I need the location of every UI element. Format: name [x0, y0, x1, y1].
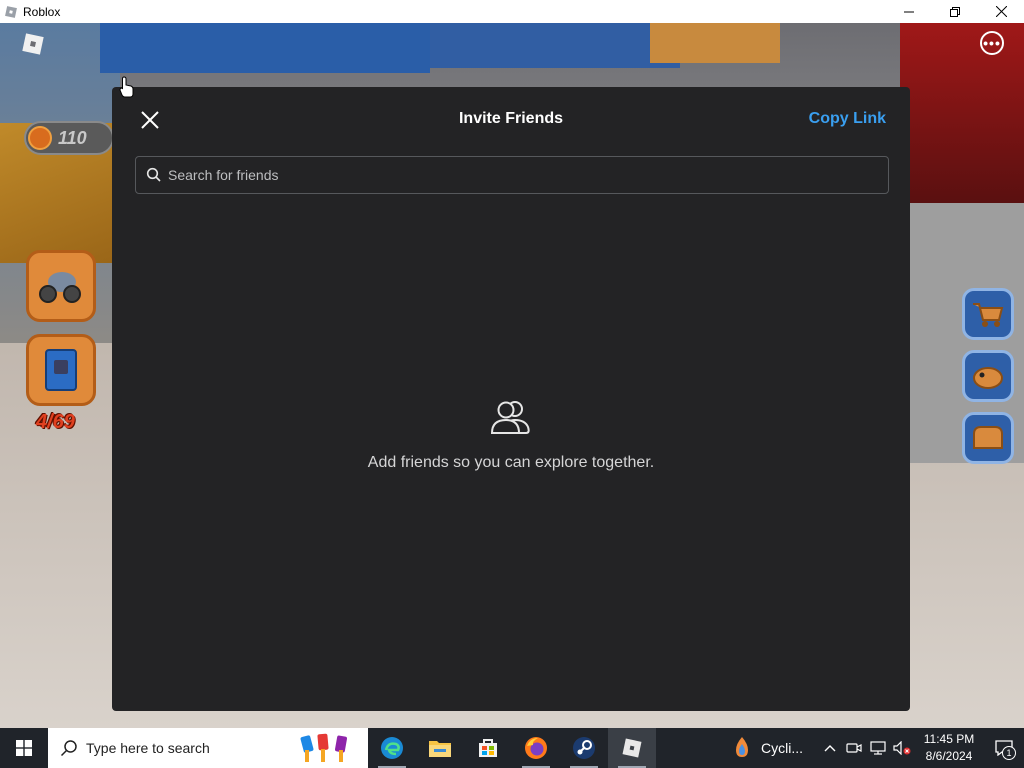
scene-wall	[100, 23, 430, 73]
collection-counter: 4/69	[36, 411, 75, 433]
search-highlight-paintbrush-icon	[300, 733, 347, 762]
scene-wall	[430, 23, 680, 68]
roblox-icon	[622, 738, 642, 758]
taskbar-file-explorer[interactable]	[416, 728, 464, 768]
pet-icon	[973, 367, 1003, 389]
friend-search-box[interactable]	[135, 156, 889, 194]
minimize-icon	[904, 11, 914, 12]
store-icon	[479, 739, 497, 757]
more-options-icon[interactable]: •••	[980, 31, 1004, 55]
taskbar-firefox[interactable]	[512, 728, 560, 768]
modal-title: Invite Friends	[458, 110, 564, 127]
network-button[interactable]	[866, 728, 890, 768]
volume-muted-icon	[893, 741, 911, 755]
taskbar-steam[interactable]	[560, 728, 608, 768]
windows-taskbar: Type here to search Cycli... 11:45 PM 8/…	[0, 728, 1024, 768]
roblox-menu-icon[interactable]	[20, 31, 46, 57]
shop-button[interactable]	[962, 288, 1014, 340]
mouse-cursor-icon	[119, 76, 134, 98]
notification-center-button[interactable]: 1	[984, 728, 1024, 768]
invite-friends-modal: Invite Friends Copy Link Add friends so …	[112, 87, 910, 711]
window-controls	[886, 0, 1024, 23]
close-icon	[995, 6, 1007, 17]
pets-button[interactable]	[962, 350, 1014, 402]
volume-button[interactable]	[890, 728, 914, 768]
firefox-icon	[525, 737, 547, 759]
windows-logo-icon	[16, 740, 32, 756]
coin-value: 110	[58, 127, 87, 148]
taskbar-edge[interactable]	[368, 728, 416, 768]
vehicle-button[interactable]	[26, 250, 96, 322]
copy-link-button[interactable]: Copy Link	[809, 110, 886, 128]
search-icon	[146, 167, 161, 182]
steam-icon	[573, 737, 595, 759]
friend-search-input[interactable]	[168, 167, 888, 183]
empty-state-message: Add friends so you can explore together.	[367, 454, 655, 471]
vehicle-icon	[39, 272, 81, 303]
start-button[interactable]	[0, 728, 48, 768]
show-hidden-icons-button[interactable]	[818, 728, 842, 768]
inventory-button[interactable]	[962, 412, 1014, 464]
restore-icon	[950, 6, 960, 17]
weather-icon	[736, 737, 748, 757]
coin-icon	[28, 126, 52, 150]
close-window-button[interactable]	[978, 0, 1024, 23]
system-tray: 11:45 PM 8/6/2024 1	[818, 728, 1024, 768]
meet-now-button[interactable]	[842, 728, 866, 768]
scene-wall	[650, 23, 780, 63]
book-icon	[45, 349, 77, 391]
camera-icon	[846, 743, 862, 753]
friends-icon	[490, 401, 530, 434]
search-icon	[60, 740, 77, 757]
clock-time: 11:45 PM	[923, 732, 975, 746]
weather-label: Cycli...	[761, 740, 803, 756]
taskbar-weather-widget[interactable]: Cycli...	[731, 736, 803, 760]
coin-counter: 110	[24, 121, 114, 155]
taskbar-roblox[interactable]	[608, 728, 656, 768]
window-titlebar: Roblox	[0, 0, 1024, 23]
network-icon	[870, 741, 886, 755]
taskbar-clock[interactable]: 11:45 PM 8/6/2024	[914, 731, 984, 765]
chevron-up-icon	[824, 745, 836, 752]
bread-icon	[973, 426, 1003, 449]
scene-wall	[900, 23, 1024, 203]
edge-icon	[381, 737, 403, 759]
file-explorer-icon	[429, 741, 451, 757]
taskbar-search-placeholder: Type here to search	[86, 740, 210, 756]
restore-button[interactable]	[932, 0, 978, 23]
clock-date: 8/6/2024	[925, 749, 973, 763]
roblox-app-icon	[5, 5, 17, 18]
minimize-button[interactable]	[886, 0, 932, 23]
cart-icon	[973, 303, 1004, 327]
taskbar-store[interactable]	[464, 728, 512, 768]
taskbar-search-box[interactable]: Type here to search	[48, 728, 368, 768]
collection-book-button[interactable]	[26, 334, 96, 406]
game-viewport[interactable]: ••• 110 4/69 Invite Friends Copy Link Se…	[0, 23, 1024, 728]
notification-count-badge: 1	[1002, 746, 1016, 760]
window-title: Roblox	[23, 4, 61, 19]
